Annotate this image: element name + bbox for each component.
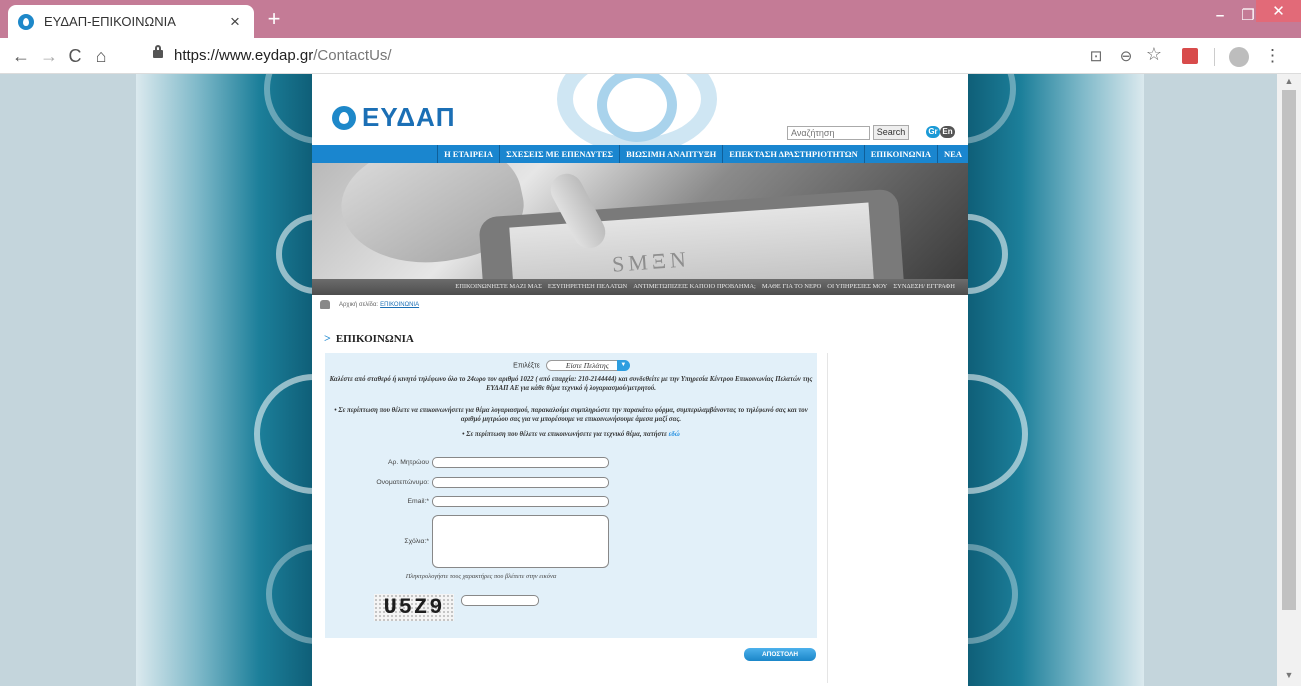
- reload-icon[interactable]: C: [64, 46, 86, 67]
- content-divider: [827, 353, 828, 683]
- subnav-report-problem[interactable]: ΑΝΤΙΜΕΤΩΠΙΖΕΙΣ ΚΑΠΟΙΟ ΠΡΟΒΛΗΜΑ;: [630, 279, 759, 295]
- browser-tab-bar: ΕΥΔΑΠ-ΕΠΙΚΟΙΝΩΝΙΑ × + – ❐ ✕: [0, 0, 1301, 38]
- full-name-label: Ονοματεπώνυμο:: [376, 479, 429, 486]
- close-tab-icon[interactable]: ×: [226, 12, 244, 32]
- decorative-background-right: [906, 74, 1144, 686]
- customer-type-label: Επιλέξτε: [513, 362, 540, 370]
- contact-info-phone: Καλέστε από σταθερό ή κινητό τηλέφωνο όλ…: [329, 376, 813, 392]
- forward-icon[interactable]: →: [38, 46, 60, 67]
- captcha-input[interactable]: [461, 595, 539, 606]
- lock-icon[interactable]: [153, 45, 163, 58]
- language-greek-button[interactable]: Gr: [926, 126, 940, 138]
- page-viewport: ΕΥΔΑΠ Search Gr En Η ΕΤΑΙΡΕΙΑ ΣΧΕΣΕΙΣ ΜΕ…: [0, 74, 1277, 686]
- secondary-navigation: ΕΠΙΚΟΙΝΩΝΗΣΤΕ ΜΑΖΙ ΜΑΣ ΕΞΥΠΗΡΕΤΗΣΗ ΠΕΛΑΤ…: [312, 279, 968, 295]
- subnav-my-services[interactable]: ΟΙ ΥΠΗΡΕΣΙΕΣ ΜΟΥ: [824, 279, 890, 295]
- eydap-logo[interactable]: ΕΥΔΑΠ: [332, 102, 456, 133]
- comments-textarea[interactable]: [432, 515, 609, 568]
- registry-number-label: Αρ. Μητρώου: [388, 459, 429, 466]
- email-label: Email:*: [407, 498, 429, 505]
- chevron-down-icon: ▼: [616, 360, 630, 371]
- close-window-button[interactable]: ✕: [1256, 0, 1301, 22]
- email-field[interactable]: [432, 496, 609, 507]
- subnav-learn-about-water[interactable]: ΜΑΘΕ ΓΙΑ ΤΟ ΝΕΡΟ: [759, 279, 824, 295]
- subnav-login-register[interactable]: ΣΥΝΔΕΣΗ/ ΕΓΓΡΑΦΗ: [890, 279, 958, 295]
- breadcrumb-prefix: Αρχική σελίδα:: [339, 301, 379, 308]
- technical-issue-link[interactable]: εδώ: [669, 431, 680, 438]
- pdf-extension-icon[interactable]: [1182, 48, 1198, 64]
- contact-info-account: • Σε περίπτωση που θέλετε να επικοινωνήσ…: [334, 407, 808, 423]
- nav-contact[interactable]: ΕΠΙΚΟΙΝΩΝΙΑ: [863, 145, 937, 163]
- language-english-button[interactable]: En: [940, 126, 955, 138]
- page-content: ΕΥΔΑΠ Search Gr En Η ΕΤΑΙΡΕΙΑ ΣΧΕΣΕΙΣ ΜΕ…: [312, 74, 968, 686]
- page-title-text: ΕΠΙΚΟΙΝΩΝΙΑ: [335, 332, 414, 345]
- decorative-background-left: [136, 74, 374, 686]
- tab-title: ΕΥΔΑΠ-ΕΠΙΚΟΙΝΩΝΙΑ: [44, 14, 176, 29]
- vertical-scrollbar[interactable]: ▲ ▼: [1277, 74, 1301, 686]
- scroll-down-arrow-icon[interactable]: ▼: [1277, 670, 1301, 684]
- nav-news[interactable]: ΝΕΑ: [937, 145, 968, 163]
- water-drop-logo-icon: [332, 105, 356, 130]
- hero-banner: SMΞN: [312, 163, 968, 279]
- chevron-right-icon: >: [324, 331, 331, 345]
- contact-info-technical: • Σε περίπτωση που θέλετε να επικοινωνήσ…: [325, 431, 817, 440]
- main-navigation: Η ΕΤΑΙΡΕΙΑ ΣΧΕΣΕΙΣ ΜΕ ΕΠΕΝΔΥΤΕΣ ΒΙΩΣΙΜΗ …: [312, 145, 968, 163]
- breadcrumb-current-link[interactable]: ΕΠΙΚΟΙΝΩΝΙΑ: [380, 302, 419, 308]
- zoom-icon[interactable]: ⊖: [1116, 47, 1136, 65]
- toolbar-separator: [1214, 48, 1215, 66]
- address-bar[interactable]: https://www.eydap.gr/ContactUs/: [174, 47, 392, 64]
- browser-toolbar: ← → C ⌂ https://www.eydap.gr/ContactUs/ …: [0, 38, 1301, 74]
- bookmark-star-icon[interactable]: ☆: [1144, 44, 1164, 65]
- full-name-field[interactable]: [432, 477, 609, 488]
- nav-company[interactable]: Η ΕΤΑΙΡΕΙΑ: [437, 145, 499, 163]
- print-icon[interactable]: [320, 300, 330, 309]
- site-search-button[interactable]: Search: [873, 125, 909, 140]
- nav-investor-relations[interactable]: ΣΧΕΣΕΙΣ ΜΕ ΕΠΕΝΔΥΤΕΣ: [499, 145, 619, 163]
- nav-activities-expansion[interactable]: ΕΠΕΚΤΑΣΗ ΔΡΑΣΤΗΡΙΟΤΗΤΩΝ: [722, 145, 863, 163]
- eydap-favicon-icon: [18, 13, 34, 30]
- captcha-instructions: Πληκτρολογήστε τους χαρακτήρες που βλέπε…: [405, 573, 557, 580]
- home-icon[interactable]: ⌂: [90, 46, 112, 67]
- customer-type-value: Είστε Πελάτης: [565, 361, 609, 370]
- profile-avatar[interactable]: [1229, 47, 1249, 67]
- site-search-input[interactable]: [787, 126, 870, 140]
- browser-tab[interactable]: ΕΥΔΑΠ-ΕΠΙΚΟΙΝΩΝΙΑ ×: [8, 5, 254, 38]
- new-tab-button[interactable]: +: [262, 6, 286, 32]
- browser-menu-icon[interactable]: ⋮: [1264, 46, 1281, 66]
- translate-icon[interactable]: ⊡: [1086, 47, 1106, 65]
- breadcrumb: Αρχική σελίδα: ΕΠΙΚΟΙΝΩΝΙΑ: [320, 300, 419, 309]
- customer-type-row: Επιλέξτε Είστε Πελάτης ▼: [325, 360, 817, 371]
- contact-info-technical-text: • Σε περίπτωση που θέλετε να επικοινωνήσ…: [462, 431, 667, 438]
- subnav-contact-us[interactable]: ΕΠΙΚΟΙΝΩΝΗΣΤΕ ΜΑΖΙ ΜΑΣ: [452, 279, 545, 295]
- page-title: > ΕΠΙΚΟΙΝΩΝΙΑ: [324, 331, 414, 346]
- url-host: https://www.eydap.gr: [174, 47, 314, 64]
- url-path: /ContactUs/: [313, 47, 392, 64]
- logo-text: ΕΥΔΑΠ: [362, 102, 456, 132]
- customer-type-select[interactable]: Είστε Πελάτης ▼: [545, 360, 630, 371]
- scroll-up-arrow-icon[interactable]: ▲: [1277, 76, 1301, 90]
- banner-screen-text: SMΞN: [611, 246, 691, 277]
- nav-sustainability[interactable]: ΒΙΩΣΙΜΗ ΑΝΑΠΤΥΞΗ: [619, 145, 722, 163]
- submit-button[interactable]: ΑΠΟΣΤΟΛΗ: [744, 648, 816, 661]
- captcha-image: U5Z9: [374, 594, 454, 621]
- contact-form: Επιλέξτε Είστε Πελάτης ▼ Καλέστε από στα…: [325, 353, 817, 638]
- registry-number-field[interactable]: [432, 457, 609, 468]
- comments-label: Σχόλια:*: [404, 538, 429, 545]
- scrollbar-thumb[interactable]: [1282, 90, 1296, 610]
- back-icon[interactable]: ←: [10, 46, 32, 67]
- subnav-customer-service[interactable]: ΕΞΥΠΗΡΕΤΗΣΗ ΠΕΛΑΤΩΝ: [545, 279, 630, 295]
